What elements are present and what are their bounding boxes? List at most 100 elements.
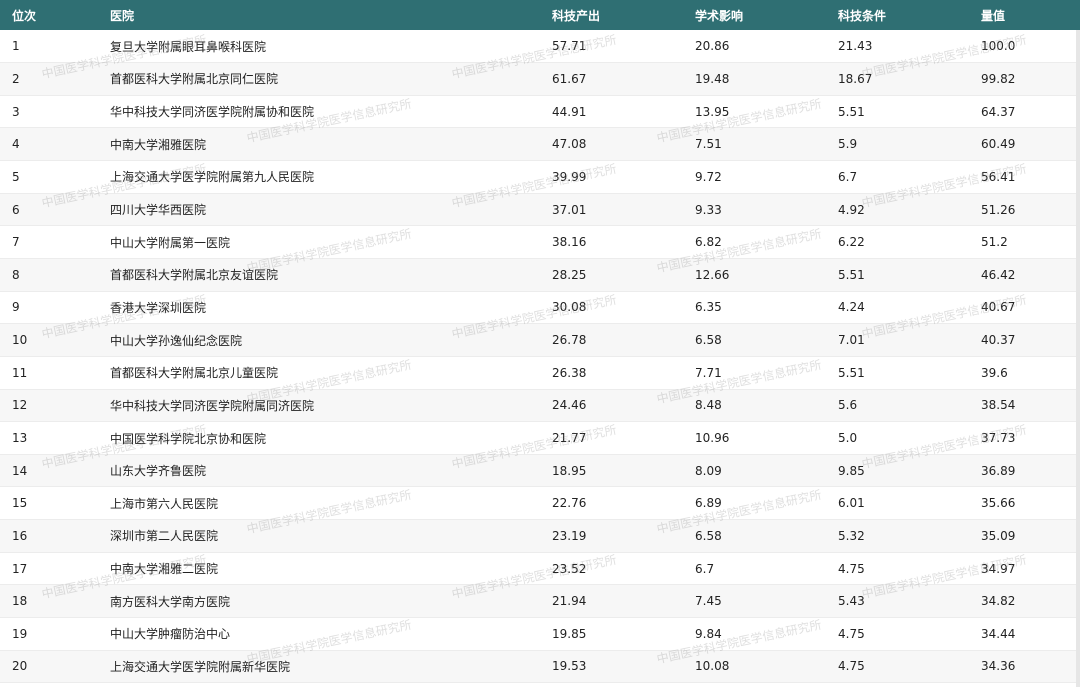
cell-rank: 3 xyxy=(0,95,98,129)
table-header: 位次 医院 科技产出 学术影响 科技条件 量值 xyxy=(0,0,1080,30)
cell-hospital: 四川大学华西医院 xyxy=(98,193,540,227)
cell-sci-conditions: 5.51 xyxy=(826,258,969,292)
cell-rank: 11 xyxy=(0,356,98,390)
cell-sci-conditions: 5.0 xyxy=(826,421,969,455)
cell-sci-conditions: 6.01 xyxy=(826,486,969,521)
cell-academic-impact: 6.58 xyxy=(683,323,826,357)
cell-academic-impact: 10.96 xyxy=(683,421,826,455)
cell-rank: 9 xyxy=(0,291,98,325)
cell-hospital: 首都医科大学附属北京友谊医院 xyxy=(98,258,540,292)
cell-rank: 20 xyxy=(0,650,98,684)
cell-sci-conditions: 5.9 xyxy=(826,127,969,162)
header-score[interactable]: 量值 xyxy=(969,0,1080,30)
table-row[interactable]: 19 中山大学肿瘤防治中心 19.85 9.84 4.75 34.44 xyxy=(0,617,1080,651)
table-row[interactable]: 8 首都医科大学附属北京友谊医院 28.25 12.66 5.51 46.42 xyxy=(0,258,1080,292)
cell-score: 40.67 xyxy=(969,291,1080,325)
table-body: 1 复旦大学附属眼耳鼻喉科医院 57.71 20.86 21.43 100.0 2 首都医科大… xyxy=(0,30,1080,684)
header-hospital[interactable]: 医院 xyxy=(98,0,540,30)
cell-sci-output: 28.25 xyxy=(540,258,683,292)
cell-sci-output: 21.77 xyxy=(540,421,683,455)
cell-rank: 13 xyxy=(0,421,98,455)
cell-hospital: 深圳市第二人民医院 xyxy=(98,519,540,553)
table-row[interactable]: 6 四川大学华西医院 37.01 9.33 4.92 51.26 xyxy=(0,193,1080,227)
table-row[interactable]: 2 首都医科大学附属北京同仁医院 61.67 19.48 18.67 99.82 xyxy=(0,62,1080,96)
table-row[interactable]: 1 复旦大学附属眼耳鼻喉科医院 57.71 20.86 21.43 100.0 xyxy=(0,30,1080,64)
table-row[interactable]: 13 中国医学科学院北京协和医院 21.77 10.96 5.0 37.73 xyxy=(0,421,1080,455)
cell-sci-output: 47.08 xyxy=(540,127,683,162)
cell-score: 51.2 xyxy=(969,225,1080,259)
cell-sci-conditions: 5.6 xyxy=(826,389,969,423)
cell-sci-output: 61.67 xyxy=(540,62,683,96)
hospital-ranking-table: 位次 医院 科技产出 学术影响 科技条件 量值 1 复旦大学附属眼耳鼻喉科医院 57… xyxy=(0,0,1080,684)
cell-academic-impact: 13.95 xyxy=(683,95,826,129)
cell-score: 99.82 xyxy=(969,62,1080,96)
cell-academic-impact: 9.72 xyxy=(683,160,826,194)
header-academic-impact[interactable]: 学术影响 xyxy=(683,0,826,30)
cell-academic-impact: 8.09 xyxy=(683,454,826,488)
cell-score: 46.42 xyxy=(969,258,1080,292)
cell-score: 35.09 xyxy=(969,519,1080,553)
cell-academic-impact: 7.71 xyxy=(683,356,826,390)
cell-hospital: 中南大学湘雅二医院 xyxy=(98,552,540,586)
cell-rank: 17 xyxy=(0,552,98,586)
cell-sci-conditions: 6.22 xyxy=(826,225,969,259)
cell-academic-impact: 20.86 xyxy=(683,30,826,64)
cell-sci-conditions: 5.43 xyxy=(826,584,969,619)
cell-score: 38.54 xyxy=(969,389,1080,423)
cell-score: 34.82 xyxy=(969,584,1080,619)
cell-sci-conditions: 4.75 xyxy=(826,552,969,586)
cell-academic-impact: 7.51 xyxy=(683,127,826,162)
table-row[interactable]: 10 中山大学孙逸仙纪念医院 26.78 6.58 7.01 40.37 xyxy=(0,323,1080,357)
cell-academic-impact: 6.35 xyxy=(683,291,826,325)
cell-rank: 16 xyxy=(0,519,98,553)
header-rank[interactable]: 位次 xyxy=(0,0,98,30)
header-row: 位次 医院 科技产出 学术影响 科技条件 量值 xyxy=(0,0,1080,30)
table-row[interactable]: 7 中山大学附属第一医院 38.16 6.82 6.22 51.2 xyxy=(0,225,1080,259)
cell-hospital: 华中科技大学同济医学院附属协和医院 xyxy=(98,95,540,129)
cell-sci-conditions: 4.75 xyxy=(826,650,969,684)
cell-hospital: 中国医学科学院北京协和医院 xyxy=(98,421,540,455)
table-row[interactable]: 3 华中科技大学同济医学院附属协和医院 44.91 13.95 5.51 64.37 xyxy=(0,95,1080,129)
cell-hospital: 首都医科大学附属北京儿童医院 xyxy=(98,356,540,390)
table-row[interactable]: 12 华中科技大学同济医学院附属同济医院 24.46 8.48 5.6 38.54 xyxy=(0,389,1080,423)
table-row[interactable]: 15 上海市第六人民医院 22.76 6.89 6.01 35.66 xyxy=(0,486,1080,521)
table-row[interactable]: 9 香港大学深圳医院 30.08 6.35 4.24 40.67 xyxy=(0,291,1080,325)
cell-score: 36.89 xyxy=(969,454,1080,488)
table-row[interactable]: 20 上海交通大学医学院附属新华医院 19.53 10.08 4.75 34.36 xyxy=(0,650,1080,684)
table-row[interactable]: 11 首都医科大学附属北京儿童医院 26.38 7.71 5.51 39.6 xyxy=(0,356,1080,390)
cell-score: 100.0 xyxy=(969,30,1080,64)
cell-sci-output: 26.78 xyxy=(540,323,683,357)
cell-hospital: 南方医科大学南方医院 xyxy=(98,584,540,619)
header-sci-conditions[interactable]: 科技条件 xyxy=(826,0,969,30)
table-row[interactable]: 16 深圳市第二人民医院 23.19 6.58 5.32 35.09 xyxy=(0,519,1080,553)
cell-sci-output: 23.52 xyxy=(540,552,683,586)
cell-hospital: 华中科技大学同济医学院附属同济医院 xyxy=(98,389,540,423)
cell-academic-impact: 10.08 xyxy=(683,650,826,684)
cell-sci-conditions: 9.85 xyxy=(826,454,969,488)
cell-rank: 4 xyxy=(0,127,98,162)
cell-hospital: 香港大学深圳医院 xyxy=(98,291,540,325)
cell-hospital: 上海交通大学医学院附属第九人民医院 xyxy=(98,160,540,194)
cell-rank: 8 xyxy=(0,258,98,292)
cell-sci-output: 21.94 xyxy=(540,584,683,619)
cell-academic-impact: 6.82 xyxy=(683,225,826,259)
cell-score: 34.44 xyxy=(969,617,1080,651)
cell-sci-output: 44.91 xyxy=(540,95,683,129)
cell-sci-conditions: 4.24 xyxy=(826,291,969,325)
scrollbar-track[interactable] xyxy=(1076,30,1080,687)
cell-sci-output: 30.08 xyxy=(540,291,683,325)
header-sci-output[interactable]: 科技产出 xyxy=(540,0,683,30)
cell-hospital: 复旦大学附属眼耳鼻喉科医院 xyxy=(98,30,540,64)
cell-hospital: 山东大学齐鲁医院 xyxy=(98,454,540,488)
cell-sci-output: 38.16 xyxy=(540,225,683,259)
table-row[interactable]: 5 上海交通大学医学院附属第九人民医院 39.99 9.72 6.7 56.41 xyxy=(0,160,1080,194)
table-row[interactable]: 18 南方医科大学南方医院 21.94 7.45 5.43 34.82 xyxy=(0,584,1080,619)
table-row[interactable]: 17 中南大学湘雅二医院 23.52 6.7 4.75 34.97 xyxy=(0,552,1080,586)
cell-rank: 2 xyxy=(0,62,98,96)
cell-hospital: 首都医科大学附属北京同仁医院 xyxy=(98,62,540,96)
table-row[interactable]: 14 山东大学齐鲁医院 18.95 8.09 9.85 36.89 xyxy=(0,454,1080,488)
cell-academic-impact: 8.48 xyxy=(683,389,826,423)
cell-rank: 14 xyxy=(0,454,98,488)
table-row[interactable]: 4 中南大学湘雅医院 47.08 7.51 5.9 60.49 xyxy=(0,127,1080,162)
cell-sci-output: 19.53 xyxy=(540,650,683,684)
